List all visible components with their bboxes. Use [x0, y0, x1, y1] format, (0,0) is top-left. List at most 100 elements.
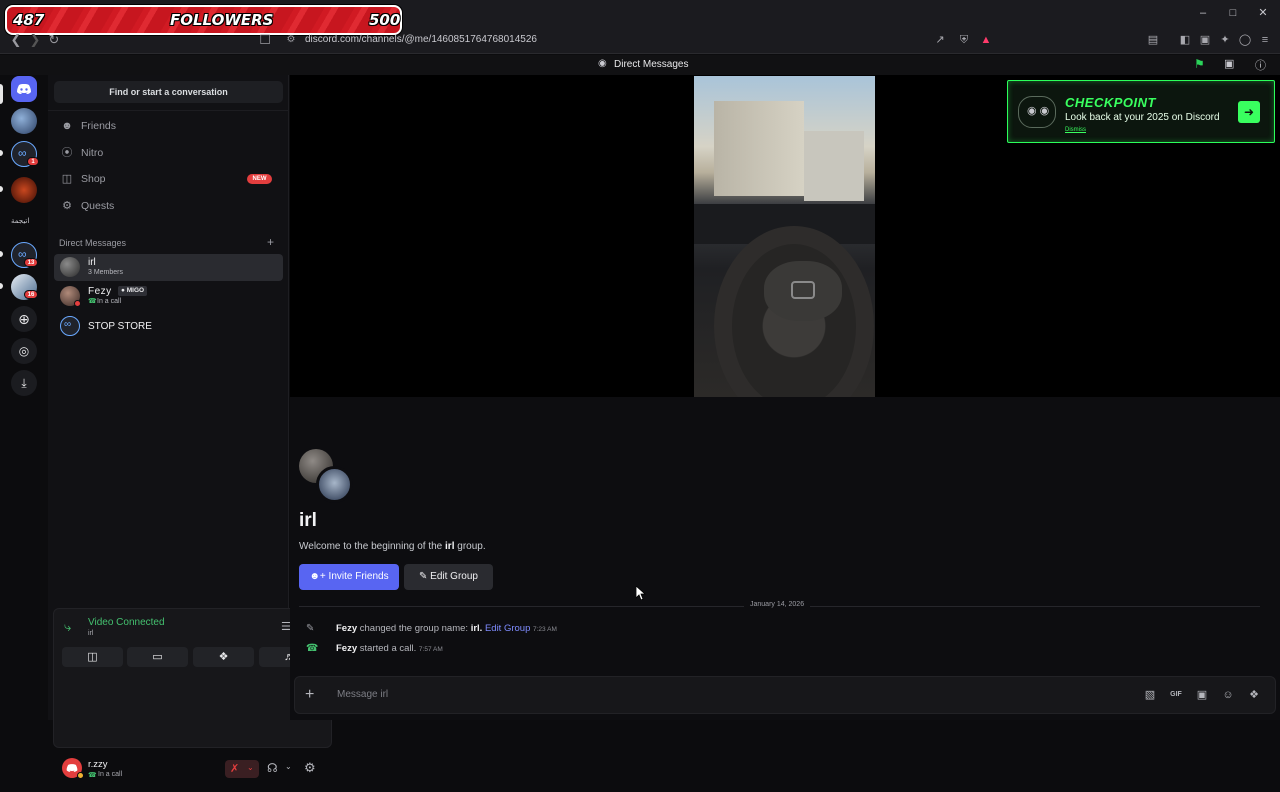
- unread-pill: [0, 150, 3, 156]
- discord-titlebar: ◉ Direct Messages ⚑ ▣ ⓘ: [0, 55, 1280, 75]
- apps-icon[interactable]: ❖: [1247, 688, 1261, 702]
- settings-gear-icon[interactable]: ⚙: [304, 760, 316, 776]
- server-badge: 16: [24, 290, 38, 299]
- activities-icon: ❖: [218, 651, 229, 663]
- dm-item-irl[interactable]: irl 3 Members: [54, 254, 283, 281]
- home-button[interactable]: [11, 76, 37, 102]
- unread-pill: [0, 251, 3, 257]
- promo-subtitle: Look back at your 2025 on Discord: [1065, 112, 1220, 123]
- server-text-logo[interactable]: اتيجمة: [11, 217, 29, 225]
- wallet-icon[interactable]: ▣: [1198, 33, 1212, 47]
- site-settings-icon[interactable]: ⚙: [283, 32, 299, 48]
- minimize-icon[interactable]: –: [1196, 6, 1210, 20]
- controller-icon: ◉ ◉: [1018, 96, 1056, 128]
- download-icon[interactable]: ⤓: [11, 370, 37, 396]
- chevron-down-icon[interactable]: ⌄: [285, 762, 292, 771]
- nav-label: Quests: [81, 200, 115, 212]
- dm-name: STOP STORE: [88, 321, 152, 332]
- date-label: January 14, 2026: [744, 601, 811, 608]
- arrow-right-icon: ➜: [1243, 105, 1255, 119]
- voice-channel[interactable]: irl: [88, 630, 93, 637]
- menu-icon[interactable]: ≡: [1258, 33, 1272, 47]
- bookmark-icon[interactable]: ☐: [257, 32, 273, 48]
- dm-title-icon: ◉: [598, 58, 607, 69]
- vpn-icon[interactable]: ◯: [1238, 33, 1252, 47]
- nav-nitro[interactable]: ⦿ Nitro: [54, 141, 283, 165]
- new-badge: NEW: [247, 174, 272, 184]
- attach-plus-icon[interactable]: +: [305, 686, 314, 704]
- group-avatar-front: [316, 466, 353, 503]
- nav-quests[interactable]: ⚙ Quests: [54, 194, 283, 218]
- nav-friends[interactable]: ☻ Friends: [54, 114, 283, 138]
- message-author[interactable]: Fezy: [336, 623, 357, 634]
- user-name[interactable]: r.zzy: [88, 759, 108, 770]
- restore-icon[interactable]: □: [1226, 6, 1240, 20]
- nav-shop[interactable]: ◫ Shop NEW: [54, 167, 283, 191]
- reader-icon[interactable]: ▤: [1146, 33, 1160, 47]
- forward-icon[interactable]: ❯: [27, 32, 43, 48]
- checkpoint-promo-banner[interactable]: ◉ ◉ CHECKPOINT Look back at your 2025 on…: [1007, 80, 1275, 143]
- create-dm-icon[interactable]: +: [267, 235, 274, 249]
- server-avatar-3[interactable]: [11, 177, 37, 203]
- rewards-icon[interactable]: ▲: [979, 33, 993, 47]
- system-message: Fezy changed the group name: irl. Edit G…: [336, 623, 557, 634]
- inbox-icon[interactable]: ▣: [1224, 57, 1234, 70]
- video-stage[interactable]: ◉ ◉ CHECKPOINT Look back at your 2025 on…: [290, 75, 1280, 397]
- system-message: Fezy started a call. 7:57 AM: [336, 643, 443, 654]
- flag-icon[interactable]: ⚑: [1194, 57, 1205, 71]
- address-bar[interactable]: discord.com/channels/@me/146085176476801…: [305, 34, 537, 45]
- emoji-icon[interactable]: ☺: [1221, 688, 1235, 702]
- ai-icon[interactable]: ✦: [1218, 33, 1232, 47]
- gif-icon[interactable]: GIF: [1169, 688, 1183, 702]
- back-icon[interactable]: ❮: [8, 32, 24, 48]
- shield-icon[interactable]: ⛨: [957, 33, 971, 47]
- camera-off-button[interactable]: ◫: [62, 647, 123, 667]
- promo-title: CHECKPOINT: [1065, 95, 1156, 110]
- titlebar-title: Direct Messages: [614, 59, 689, 70]
- reload-icon[interactable]: ↻: [46, 32, 62, 48]
- unread-pill: [0, 283, 3, 289]
- promo-dismiss-link[interactable]: Dismiss: [1065, 127, 1086, 133]
- gift-icon[interactable]: ▧: [1143, 688, 1157, 702]
- nav-label: Friends: [81, 120, 117, 132]
- nitro-icon: ⦿: [61, 147, 73, 159]
- invite-friends-button[interactable]: ☻+ Invite Friends: [299, 564, 399, 590]
- video-stream[interactable]: [694, 76, 875, 397]
- edit-group-link[interactable]: Edit Group: [485, 623, 530, 634]
- idle-status-icon: [77, 772, 84, 779]
- followers-goal: 500: [369, 11, 401, 29]
- message-composer[interactable]: + Message irl ▧ GIF ▣ ☺ ❖: [294, 676, 1276, 714]
- discover-icon[interactable]: ◎: [11, 338, 37, 364]
- add-server-icon[interactable]: ⊕: [11, 306, 37, 332]
- signal-icon[interactable]: ⤷: [64, 619, 71, 635]
- activities-button[interactable]: ❖: [193, 647, 254, 667]
- message-author[interactable]: Fezy: [336, 643, 357, 654]
- dm-item-fezy[interactable]: Fezy ● MIGO In a call ☎: [54, 283, 283, 310]
- message-input[interactable]: Message irl: [337, 689, 388, 700]
- followers-label: FOLLOWERS: [170, 11, 274, 29]
- screen-share-button[interactable]: ▭: [127, 647, 188, 667]
- user-panel: r.zzy ☎ In a call ✗ ⌄ ☊ ⌄ ⚙: [53, 748, 332, 792]
- server-avatar-1[interactable]: [11, 108, 37, 134]
- server-badge: 13: [24, 258, 38, 267]
- share-icon[interactable]: ↗: [933, 33, 947, 47]
- help-icon[interactable]: ⓘ: [1255, 57, 1266, 73]
- dm-sidebar: Find or start a conversation ☻ Friends ⦿…: [48, 75, 332, 779]
- followers-current: 487: [13, 11, 45, 29]
- invite-label: Invite Friends: [328, 571, 389, 582]
- headphones-icon[interactable]: ☊: [267, 761, 278, 775]
- mute-button[interactable]: ✗ ⌄: [225, 760, 259, 778]
- server-rail: ∞ 1 اتيجمة ∞ 13 16 ⊕ ◎ ⤓: [0, 75, 48, 720]
- find-conversation-button[interactable]: Find or start a conversation: [54, 81, 283, 103]
- phone-icon: ☎: [306, 643, 319, 654]
- mic-muted-icon: ✗: [230, 763, 240, 775]
- active-pill: [0, 84, 3, 104]
- close-icon[interactable]: ✕: [1256, 6, 1270, 20]
- sidebar-toggle-icon[interactable]: ◧: [1178, 33, 1192, 47]
- edit-group-button[interactable]: ✎ Edit Group: [404, 564, 493, 590]
- welcome-text-part: group.: [454, 541, 486, 552]
- edit-label: Edit Group: [430, 571, 478, 582]
- promo-arrow-button[interactable]: ➜: [1238, 101, 1260, 123]
- dm-item-stop-store[interactable]: ∞ STOP STORE: [54, 313, 283, 340]
- sticker-icon[interactable]: ▣: [1195, 688, 1209, 702]
